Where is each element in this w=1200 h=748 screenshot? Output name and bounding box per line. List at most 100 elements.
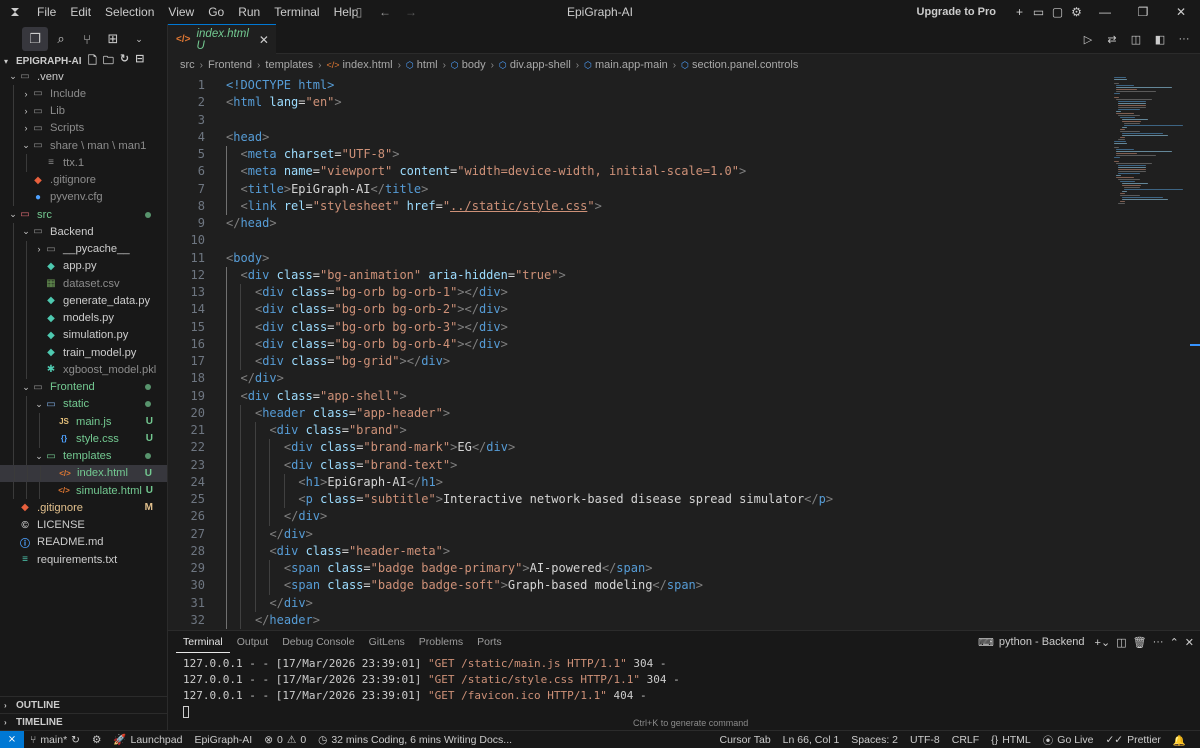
breadcrumb-item[interactable]: ⬡ section.panel.controls [681, 59, 798, 71]
breadcrumb-item[interactable]: ⬡ body [451, 59, 486, 71]
launchpad[interactable]: 🚀 Launchpad [107, 733, 188, 747]
code-line[interactable]: 12 <div class="bg-animation" aria-hidden=… [168, 266, 1200, 284]
code-line[interactable]: 27 </div> [168, 525, 1200, 543]
plus-icon[interactable]: + [1010, 0, 1029, 24]
close-window-button[interactable]: ✕ [1162, 0, 1200, 24]
search-icon[interactable]: ⌕ [48, 27, 74, 51]
tree-item[interactable]: › ▭ Include [0, 85, 167, 103]
chat-icon[interactable]: ▢ [1048, 0, 1067, 24]
tab-problems[interactable]: Problems [412, 631, 470, 653]
git-branch[interactable]: ⑂ main* ↻ [24, 734, 86, 746]
code-line[interactable]: 9 </head> [168, 215, 1200, 232]
settings-gear-icon[interactable]: ⚙ [1067, 0, 1086, 24]
code-line[interactable]: 2 <html lang="en"> [168, 94, 1200, 111]
forward-arrow-icon[interactable]: → [402, 3, 420, 21]
trash-icon[interactable]: 🗑 [1133, 636, 1147, 649]
tree-item[interactable]: ◆ simulation.py [0, 326, 167, 344]
menu-terminal[interactable]: Terminal [267, 0, 326, 24]
code-line[interactable]: 8 <link rel="stylesheet" href="../static/… [168, 197, 1200, 215]
code-line[interactable]: 11 <body> [168, 250, 1200, 267]
tree-item[interactable]: › ▭ Lib [0, 102, 167, 120]
toggle-sidebar-icon[interactable]: ▯ [350, 3, 368, 21]
remote-indicator-icon[interactable]: ⨯ [0, 730, 24, 748]
tree-item[interactable]: ⌄ ▭ Frontend [0, 378, 167, 396]
breadcrumb-item[interactable]: ⬡ html [406, 59, 438, 71]
tree-item[interactable]: ▦ dataset.csv [0, 275, 167, 293]
code-line[interactable]: 6 <meta name="viewport" content="width=de… [168, 163, 1200, 181]
notifications-bell-icon[interactable]: 🔔 [1167, 734, 1192, 747]
problems-count[interactable]: ⊗ 0 ⚠ 0 [258, 734, 312, 746]
tab-output[interactable]: Output [230, 631, 276, 653]
code-line[interactable]: 28 <div class="header-meta"> [168, 542, 1200, 560]
toggle-panel-icon[interactable]: ▭ [1029, 0, 1048, 24]
explorer-files-icon[interactable]: ❐ [22, 27, 48, 51]
tree-item[interactable]: </> simulate.html U [0, 482, 167, 500]
tab-terminal[interactable]: Terminal [176, 631, 230, 653]
tree-item[interactable]: ◆ train_model.py [0, 344, 167, 362]
tree-item[interactable]: ⌄ ▭ src [0, 206, 167, 223]
menu-edit[interactable]: Edit [63, 0, 98, 24]
language-mode[interactable]: {} HTML [985, 734, 1037, 746]
menu-selection[interactable]: Selection [98, 0, 161, 24]
terminal-output[interactable]: 127.0.0.1 - - [17/Mar/2026 23:39:01] "GE… [168, 653, 1200, 718]
tree-item[interactable]: ⌄ ▭ share \ man \ man1 [0, 137, 167, 155]
code-line[interactable]: 17 <div class="bg-grid"></div> [168, 353, 1200, 371]
code-line[interactable]: 26 </div> [168, 508, 1200, 526]
extensions-icon[interactable]: ⊞ [100, 27, 126, 51]
code-line[interactable]: 20 <header class="app-header"> [168, 404, 1200, 422]
menu-file[interactable]: File [30, 0, 63, 24]
outline-section[interactable]: › OUTLINE [0, 696, 168, 713]
tree-item[interactable]: ◆ generate_data.py [0, 292, 167, 310]
wakatime-activity[interactable]: ◷ 32 mins Coding, 6 mins Writing Docs... [312, 734, 518, 746]
tree-item[interactable]: ≡ requirements.txt [0, 551, 167, 568]
code-line[interactable]: 4 <head> [168, 129, 1200, 146]
tree-item[interactable]: </> index.html U [0, 464, 167, 482]
code-line[interactable]: 1 <!DOCTYPE html> [168, 77, 1200, 94]
tree-item[interactable]: {} style.css U [0, 430, 167, 448]
tree-item[interactable]: ⌄ ▭ templates [0, 447, 167, 465]
code-line[interactable]: 13 <div class="bg-orb bg-orb-1"></div> [168, 284, 1200, 302]
code-line[interactable]: 15 <div class="bg-orb bg-orb-3"></div> [168, 318, 1200, 336]
source-control-icon[interactable]: ⑂ [74, 27, 100, 51]
close-panel-icon[interactable]: ✕ [1185, 636, 1194, 649]
menu-run[interactable]: Run [231, 0, 267, 24]
code-line[interactable]: 5 <meta charset="UTF-8"> [168, 146, 1200, 164]
tree-item[interactable]: ≡ ttx.1 [0, 154, 167, 172]
line-ending[interactable]: CRLF [946, 734, 985, 746]
split-terminal-icon[interactable]: ◫ [1116, 636, 1126, 649]
gitlens-icon[interactable]: ⚙ [86, 734, 107, 746]
tree-item[interactable]: › ▭ Scripts [0, 119, 167, 137]
timeline-section[interactable]: › TIMELINE [0, 713, 168, 730]
compare-changes-icon[interactable]: ⇄ [1102, 29, 1122, 49]
cursor-tab[interactable]: Cursor Tab [714, 734, 777, 746]
tree-item[interactable]: ⌄ ▭ .venv [0, 68, 167, 85]
code-line[interactable]: 29 <span class="badge badge-primary">AI-p… [168, 560, 1200, 578]
tree-item[interactable]: ● pyvenv.cfg [0, 188, 167, 206]
code-line[interactable]: 10 [168, 232, 1200, 249]
code-line[interactable]: 22 <div class="brand-mark">EG</div> [168, 439, 1200, 457]
open-changes-icon[interactable]: ◫ [1126, 29, 1146, 49]
code-line[interactable]: 31 </div> [168, 594, 1200, 612]
maximize-panel-icon[interactable]: ⌃ [1170, 636, 1179, 649]
tree-item[interactable]: ⌄ ▭ static [0, 395, 167, 413]
tree-item[interactable]: ✱ xgboost_model.pkl [0, 361, 167, 379]
tree-item[interactable]: › ▭ __pycache__ [0, 240, 167, 258]
code-line[interactable]: 19 <div class="app-shell"> [168, 387, 1200, 405]
tree-item[interactable]: ⌄ ▭ Backend [0, 223, 167, 241]
code-line[interactable]: 21 <div class="brand"> [168, 422, 1200, 440]
close-tab-icon[interactable]: ✕ [259, 33, 269, 47]
split-editor-icon[interactable]: ◧ [1150, 29, 1170, 49]
tree-item[interactable]: ◆ models.py [0, 309, 167, 327]
breadcrumb-item[interactable]: templates [265, 59, 313, 71]
chevron-down-icon[interactable]: ⌄ [126, 27, 152, 51]
tree-item[interactable]: ◆ .gitignore M [0, 499, 167, 516]
breadcrumb-item[interactable]: ⬡ main.app-main [584, 59, 668, 71]
minimize-button[interactable]: — [1086, 0, 1124, 24]
code-line[interactable]: 3 [168, 112, 1200, 129]
tab-ports[interactable]: Ports [470, 631, 509, 653]
tab-debug-console[interactable]: Debug Console [275, 631, 361, 653]
more-actions-icon[interactable]: ··· [1174, 29, 1194, 49]
tree-item[interactable]: ⓘ README.md [0, 534, 167, 551]
new-terminal-icon[interactable]: +⌄ [1095, 636, 1111, 649]
code-line[interactable]: 25 <p class="subtitle">Interactive networ… [168, 491, 1200, 509]
